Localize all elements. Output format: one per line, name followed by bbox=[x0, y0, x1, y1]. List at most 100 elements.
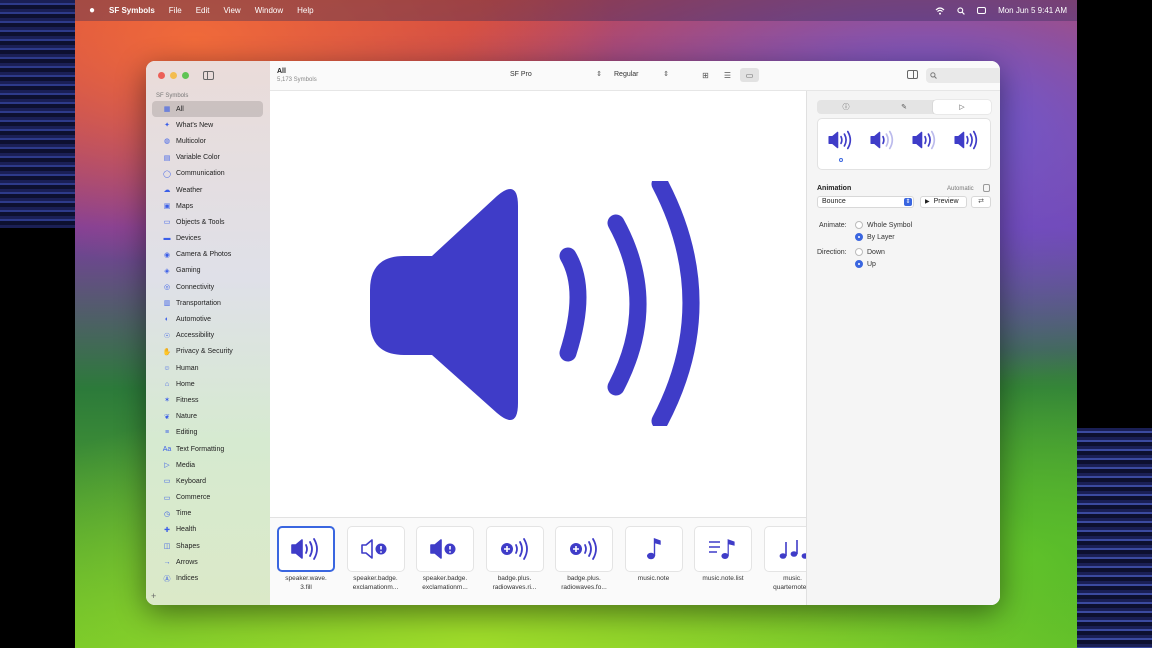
gallery-view-icon[interactable]: ▭ bbox=[740, 68, 759, 82]
sidebar-item-accessibility[interactable]: ☉ Accessibility bbox=[152, 328, 263, 344]
sidebar-item-label: What's New bbox=[176, 121, 214, 129]
effect-select[interactable]: Bounce ⇕ bbox=[817, 196, 914, 208]
person-icon: ☺ bbox=[163, 364, 171, 372]
house-icon: ⌂ bbox=[164, 380, 170, 388]
sidebar-item-text-formatting[interactable]: Aa Text Formatting bbox=[152, 441, 263, 457]
related-symbols-strip: speaker.wave. 3.fill speaker.badge. excla… bbox=[270, 517, 806, 605]
cloud-icon: ☁ bbox=[163, 187, 171, 195]
menubar-clock[interactable]: Mon Jun 5 9:41 AM bbox=[998, 6, 1067, 15]
sidebar-item-fitness[interactable]: ✶ Fitness bbox=[152, 392, 263, 408]
view-mode-control: ⊞ ☰ ▭ bbox=[696, 68, 759, 82]
lock-icon: ✋ bbox=[162, 348, 172, 356]
radio-up[interactable]: Up bbox=[855, 260, 876, 268]
radio-by-layer[interactable]: By Layer bbox=[855, 233, 895, 241]
menu-window[interactable]: Window bbox=[255, 6, 283, 15]
figure-run-icon: ✶ bbox=[164, 397, 170, 405]
sidebar-item-time[interactable]: ◷ Time bbox=[152, 506, 263, 522]
clock-icon: ◷ bbox=[163, 510, 171, 518]
grid-view-icon[interactable]: ⊞ bbox=[696, 68, 715, 82]
weight-popup[interactable]: Regular ⇕ bbox=[614, 71, 669, 78]
symbol-name: music.note.list bbox=[702, 575, 744, 582]
chevron-updown-icon: ⇕ bbox=[596, 71, 602, 78]
sidebar-item-variable-color[interactable]: ▤ Variable Color bbox=[152, 150, 263, 166]
apple-menu-icon[interactable]: ● bbox=[89, 5, 101, 16]
wifi-icon[interactable] bbox=[935, 6, 945, 15]
sidebar-item-home[interactable]: ⌂ Home bbox=[152, 376, 263, 392]
sidebar-item-connectivity[interactable]: ◎ Connectivity bbox=[152, 279, 263, 295]
menu-file[interactable]: File bbox=[169, 6, 182, 15]
sidebar-item-nature[interactable]: ❦ Nature bbox=[152, 409, 263, 425]
sidebar-item-privacy-security[interactable]: ✋ Privacy & Security bbox=[152, 344, 263, 360]
music-note-list-icon bbox=[694, 526, 752, 572]
zoom-button[interactable] bbox=[182, 72, 189, 79]
sidebar-item-all[interactable]: ▦ All bbox=[152, 101, 263, 118]
sidebar-item-label: Multicolor bbox=[176, 137, 206, 145]
symbol-tile[interactable]: badge.plus. radiowaves.ri... bbox=[485, 526, 546, 592]
animation-tab-icon[interactable]: ▷ bbox=[933, 100, 991, 114]
sidebar-toggle-icon[interactable] bbox=[203, 71, 214, 80]
rendering-tab-icon[interactable]: ✎ bbox=[875, 100, 933, 114]
sidebar-item-label: Nature bbox=[176, 413, 198, 421]
music-note-icon bbox=[624, 526, 683, 572]
spotlight-search-icon[interactable] bbox=[957, 6, 965, 15]
symbol-tile[interactable]: music. quarternote... bbox=[763, 526, 806, 592]
sidebar-item-commerce[interactable]: ▭ Commerce bbox=[152, 490, 263, 506]
symbol-tile[interactable]: music.note bbox=[624, 526, 685, 584]
add-collection-icon[interactable]: + bbox=[151, 591, 156, 601]
sidebar-item-camera-photos[interactable]: ◉ Camera & Photos bbox=[152, 247, 263, 263]
sidebar-item-label: Communication bbox=[176, 170, 225, 178]
sidebar-item-maps[interactable]: ▣ Maps bbox=[152, 198, 263, 214]
sidebar-item-shapes[interactable]: ◫ Shapes bbox=[152, 538, 263, 554]
sparkle-icon: ✦ bbox=[164, 122, 170, 130]
symbol-name: badge.plus. radiowaves.fo... bbox=[561, 575, 607, 591]
close-button[interactable] bbox=[158, 72, 165, 79]
menu-edit[interactable]: Edit bbox=[196, 6, 210, 15]
font-popup[interactable]: SF Pro ⇕ bbox=[510, 71, 602, 78]
sidebar-item-communication[interactable]: ◯ Communication bbox=[152, 166, 263, 182]
music-quarternote-icon bbox=[763, 526, 806, 572]
sidebar-item-label: Time bbox=[176, 510, 192, 518]
sidebar-item-indices[interactable]: Ⓐ Indices bbox=[152, 570, 263, 586]
minimize-button[interactable] bbox=[170, 72, 177, 79]
symbol-tile[interactable]: speaker.badge. exclamationm... bbox=[346, 526, 407, 592]
sidebar-item-editing[interactable]: ≡ Editing bbox=[152, 425, 263, 441]
radio-down[interactable]: Down bbox=[855, 248, 885, 256]
display-icon: ▬ bbox=[163, 235, 171, 243]
inspector-toggle-icon[interactable] bbox=[907, 70, 918, 79]
sidebar-item-multicolor[interactable]: ◍ Multicolor bbox=[152, 133, 263, 149]
slider-lines-icon: ≡ bbox=[164, 429, 170, 437]
symbol-tile[interactable]: music.note.list bbox=[694, 526, 754, 584]
sidebar-item-gaming[interactable]: ◈ Gaming bbox=[152, 263, 263, 279]
sidebar-item-weather[interactable]: ☁ Weather bbox=[152, 182, 263, 198]
repeat-icon[interactable]: ⇄ bbox=[971, 196, 991, 208]
sidebar-item-objects-tools[interactable]: ▭ Objects & Tools bbox=[152, 214, 263, 230]
sidebar-item-what-s-new[interactable]: ✦ What's New bbox=[152, 117, 263, 133]
sidebar-item-media[interactable]: ▷ Media bbox=[152, 457, 263, 473]
symbol-tile[interactable]: speaker.badge. exclamationm... bbox=[416, 526, 476, 592]
radio-whole-symbol[interactable]: Whole Symbol bbox=[855, 221, 912, 229]
sidebar-section-title: SF Symbols bbox=[156, 93, 189, 99]
preview-button[interactable]: ▶ Preview bbox=[920, 196, 967, 208]
sidebar-item-devices[interactable]: ▬ Devices bbox=[152, 231, 263, 247]
sidebar-item-human[interactable]: ☺ Human bbox=[152, 360, 263, 376]
menu-view[interactable]: View bbox=[223, 6, 240, 15]
search-field[interactable] bbox=[926, 68, 1000, 83]
sidebar-item-keyboard[interactable]: ▭ Keyboard bbox=[152, 473, 263, 489]
speaker-wave-3-fill-icon bbox=[868, 129, 898, 156]
symbol-tile[interactable]: badge.plus. radiowaves.fo... bbox=[555, 526, 615, 592]
app-menu[interactable]: SF Symbols bbox=[109, 6, 155, 15]
symbol-name: speaker.wave. 3.fill bbox=[285, 575, 327, 591]
menu-help[interactable]: Help bbox=[297, 6, 313, 15]
symbol-tile[interactable]: speaker.wave. 3.fill bbox=[277, 526, 337, 592]
copy-icon[interactable] bbox=[983, 184, 990, 192]
sidebar-item-label: Media bbox=[176, 461, 196, 469]
sidebar-item-transportation[interactable]: ▥ Transportation bbox=[152, 295, 263, 311]
sidebar-item-automotive[interactable]: ◐ Automotive bbox=[152, 311, 263, 327]
sidebar-item-arrows[interactable]: → Arrows bbox=[152, 554, 263, 570]
list-view-icon[interactable]: ☰ bbox=[718, 68, 737, 82]
layer-indicator-icon bbox=[839, 158, 843, 162]
control-center-icon[interactable] bbox=[977, 7, 987, 14]
sidebar-item-health[interactable]: ✚ Health bbox=[152, 522, 263, 538]
info-tab-icon[interactable]: ⓘ bbox=[817, 100, 875, 114]
sidebar-item-label: Home bbox=[176, 380, 195, 388]
